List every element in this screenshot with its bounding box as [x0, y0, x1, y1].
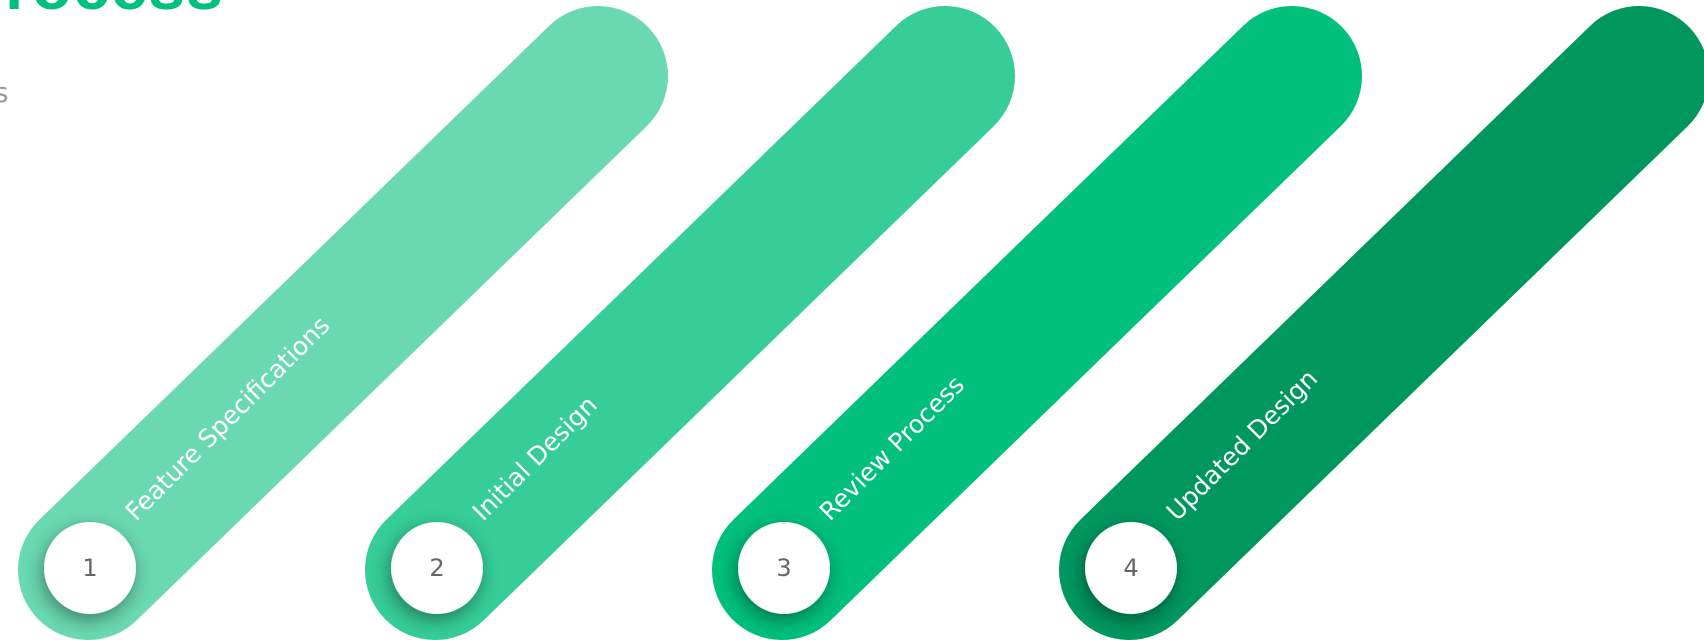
step-number: 2 [429, 554, 444, 582]
step-number: 3 [776, 554, 791, 582]
step-number: 1 [82, 554, 97, 582]
process-diagram: Feature Specifications1Initial Design2Re… [18, 6, 1704, 640]
step-number: 4 [1123, 554, 1138, 582]
